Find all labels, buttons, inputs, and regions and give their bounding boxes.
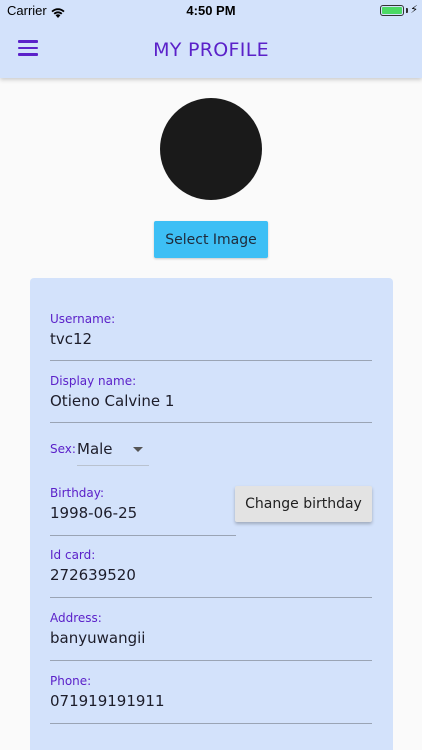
status-time: 4:50 PM	[186, 3, 236, 18]
battery-icon	[380, 5, 404, 16]
avatar[interactable]	[160, 98, 262, 200]
id-card-value: 272639520	[50, 566, 136, 584]
birthday-value: 1998-06-25	[50, 504, 138, 522]
id-card-label: Id card:	[50, 548, 96, 562]
battery-nub	[406, 8, 408, 13]
display-name-value: Otieno Calvine 1	[50, 392, 175, 410]
page-title: MY PROFILE	[153, 39, 269, 61]
change-birthday-button[interactable]: Change birthday	[235, 486, 372, 522]
phone-field[interactable]: Phone: 071919191911	[50, 674, 372, 724]
profile-form-card: Username: tvc12 Display name: Otieno Cal…	[30, 278, 393, 750]
phone-label: Phone:	[50, 674, 92, 688]
dropdown-arrow-icon	[133, 447, 143, 452]
display-name-field[interactable]: Display name: Otieno Calvine 1	[50, 374, 372, 423]
display-name-label: Display name:	[50, 374, 137, 388]
username-value: tvc12	[50, 330, 93, 348]
address-value: banyuwangii	[50, 629, 146, 647]
address-label: Address:	[50, 611, 102, 625]
sex-dropdown[interactable]: Male	[77, 440, 149, 466]
username-label: Username:	[50, 312, 116, 326]
status-bar: Carrier 4:50 PM ⚡	[0, 0, 422, 22]
app-header: Carrier 4:50 PM ⚡ MY PROFILE	[0, 0, 422, 78]
sex-value: Male	[77, 440, 113, 458]
charging-bolt-icon: ⚡	[410, 3, 418, 16]
phone-value: 071919191911	[50, 692, 165, 710]
address-field[interactable]: Address: banyuwangii	[50, 611, 372, 661]
username-field[interactable]: Username: tvc12	[50, 312, 372, 361]
select-image-button[interactable]: Select Image	[154, 221, 268, 258]
birthday-field[interactable]: Birthday: 1998-06-25	[50, 486, 236, 536]
sex-label: Sex:	[50, 442, 76, 456]
id-card-field[interactable]: Id card: 272639520	[50, 548, 372, 598]
birthday-label: Birthday:	[50, 486, 105, 500]
